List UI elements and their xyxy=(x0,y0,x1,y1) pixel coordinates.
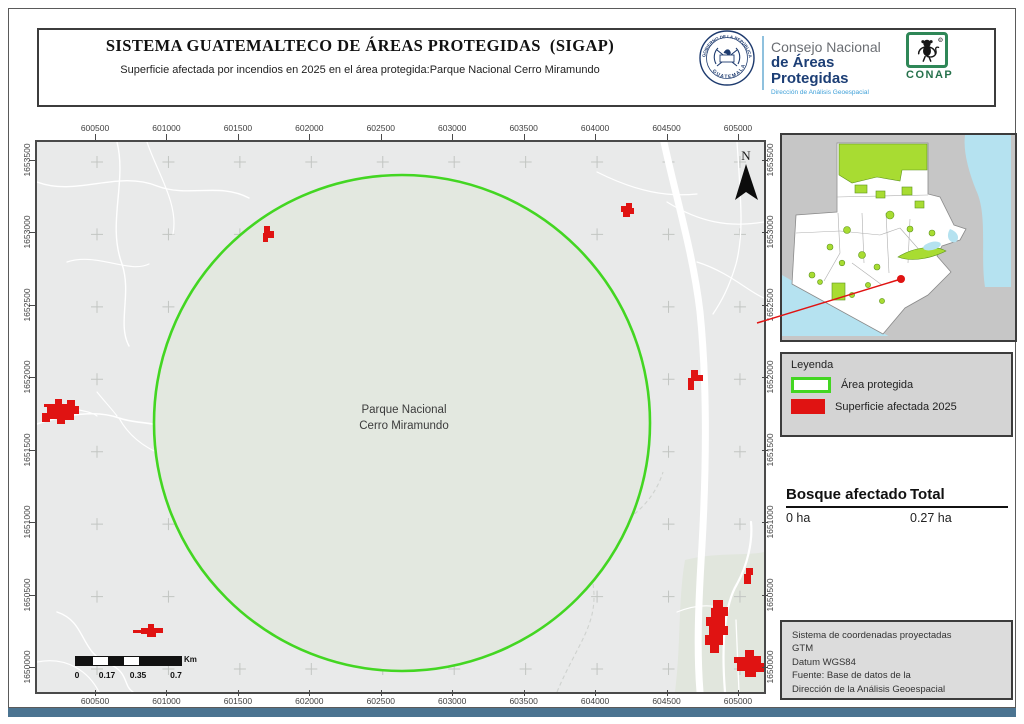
inset-locator-map xyxy=(780,133,1017,342)
credits-line: Fuente: Base de datos de la xyxy=(792,669,1001,682)
affected-forest-summary: Bosque afectado Total 0 ha 0.27 ha xyxy=(786,486,1008,525)
credits-line: Datum WGS84 xyxy=(792,656,1001,669)
org-name-line1: Consejo Nacional xyxy=(771,40,903,55)
conap-logo-label: CONAP xyxy=(906,69,948,81)
main-map: Parque Nacional Cerro Miramundo N xyxy=(37,142,764,692)
protected-area-label-line1: Parque Nacional xyxy=(361,404,446,416)
affected-area-swatch xyxy=(791,399,825,414)
svg-text:R: R xyxy=(939,38,941,42)
page-title: SISTEMA GUATEMALTECO DE ÁREAS PROTEGIDAS… xyxy=(60,36,660,56)
conap-org-name: Consejo Nacional de Áreas Protegidas Dir… xyxy=(771,40,903,97)
legend-item: Superficie afectada 2025 xyxy=(791,399,1002,414)
summary-col2-header: Total xyxy=(910,486,1008,503)
conap-logo: R CONAP xyxy=(906,32,948,81)
page-subtitle: Superficie afectada por incendios en 202… xyxy=(60,64,660,76)
scale-label-017: 0.17 xyxy=(99,670,116,680)
guatemala-government-seal-logo: GOBIERNO DE LA REPÚBLICA GUATEMALA xyxy=(699,30,755,86)
scale-label-07: 0.7 xyxy=(170,670,182,680)
scale-label-0: 0 xyxy=(75,670,80,680)
legend: Leyenda Área protegida Superficie afectad… xyxy=(780,352,1013,437)
bottom-accent-bar xyxy=(8,708,1016,717)
coordinate-system-credits: Sistema de coordenadas proyectadasGTMDat… xyxy=(780,620,1013,700)
org-subunit-label: Dirección de Análisis Geoespacial xyxy=(771,89,903,96)
legend-item-label: Superficie afectada 2025 xyxy=(835,401,957,413)
north-arrow-label: N xyxy=(741,148,751,163)
protected-area-label-line2: Cerro Miramundo xyxy=(359,420,448,432)
legend-item-label: Área protegida xyxy=(841,379,913,391)
legend-title: Leyenda xyxy=(791,359,1002,371)
main-map-frame: Parque Nacional Cerro Miramundo N xyxy=(35,140,766,694)
credits-line: GTM xyxy=(792,642,1001,655)
credits-line: Dirección de la Análisis Geoespacial xyxy=(792,683,1001,696)
credits-line: Sistema de coordenadas proyectadas xyxy=(792,629,1001,642)
scale-label-035: 0.35 xyxy=(130,670,147,680)
scale-bar xyxy=(75,656,182,666)
scale-bar-unit: Km xyxy=(184,655,197,664)
org-name-line2: de Áreas Protegidas xyxy=(771,55,903,87)
legend-items: Área protegida Superficie afectada 2025 xyxy=(791,377,1002,414)
map-document-page: SISTEMA GUATEMALTECO DE ÁREAS PROTEGIDAS… xyxy=(0,0,1024,724)
legend-item: Área protegida xyxy=(791,377,1002,393)
logo-divider xyxy=(762,36,764,90)
summary-col1-value: 0 ha xyxy=(786,511,910,525)
conap-monkey-icon: R xyxy=(906,32,948,68)
fire-patch xyxy=(133,630,141,633)
summary-col1-header: Bosque afectado xyxy=(786,486,910,503)
summary-col2-value: 0.27 ha xyxy=(910,511,1008,525)
protected-area-swatch xyxy=(791,377,831,393)
